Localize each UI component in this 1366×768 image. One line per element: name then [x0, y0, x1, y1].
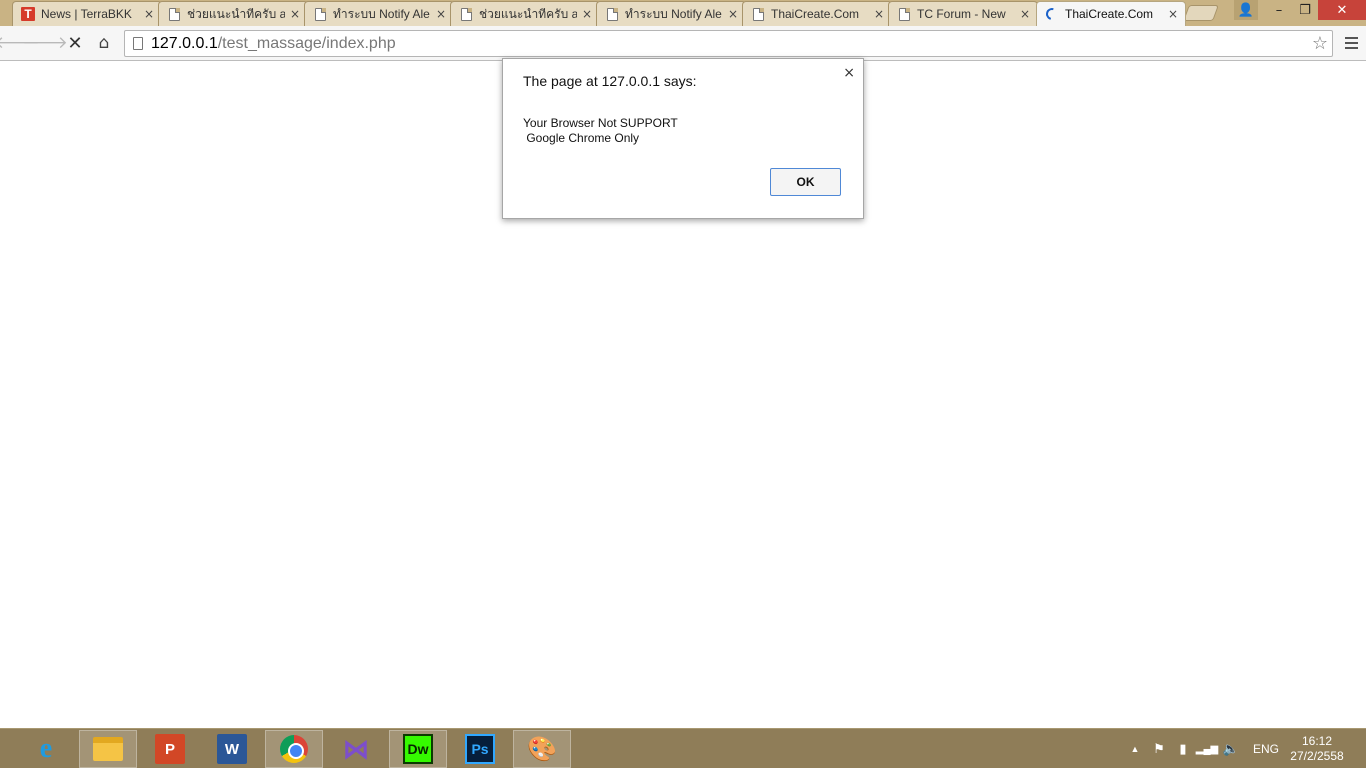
new-tab-button[interactable]: [1183, 5, 1219, 21]
tab-label: ThaiCreate.Com: [1065, 7, 1154, 21]
tab-label: ช่วยแนะนำทีครับ ale: [479, 6, 577, 21]
dialog-close-icon[interactable]: ×: [843, 65, 855, 81]
minimize-button[interactable]: –: [1266, 0, 1292, 20]
tab-close-icon[interactable]: ×: [1019, 7, 1031, 21]
taskbar-file-explorer[interactable]: [79, 730, 137, 768]
taskbar-chrome[interactable]: [265, 730, 323, 768]
photoshop-icon: Ps: [465, 734, 495, 764]
page-icon: [897, 7, 911, 21]
url-host: 127.0.0.1: [151, 34, 218, 52]
dialog-message: Your Browser Not SUPPORT Google Chrome O…: [523, 116, 678, 145]
visual-studio-icon: ⋈: [343, 733, 369, 764]
show-hidden-icons-chevron-icon[interactable]: ▲: [1124, 729, 1146, 768]
battery-power-icon[interactable]: ▮: [1172, 729, 1194, 768]
tab-close-icon[interactable]: ×: [435, 7, 447, 21]
file-explorer-icon: [93, 737, 123, 761]
network-signal-icon[interactable]: ▂▄▆: [1196, 729, 1218, 768]
paint-icon: 🎨: [527, 735, 557, 763]
tab-label: TC Forum - New: [917, 7, 1006, 21]
windows-taskbar: e P W ⋈ Dw Ps 🎨 ▲ ⚑ ▮ ▂▄▆ 🔈 ENG 16:12 27…: [0, 728, 1366, 768]
ok-button[interactable]: OK: [770, 168, 841, 196]
tab-label: ทำระบบ Notify Ale: [333, 6, 430, 21]
tab-tc-forum[interactable]: TC Forum - New ×: [888, 1, 1038, 26]
clock-time: 16:12: [1301, 734, 1333, 748]
stop-loading-icon[interactable]: ✕: [63, 32, 87, 54]
terrabkk-favicon-icon: T: [21, 7, 35, 21]
word-icon: W: [217, 734, 247, 764]
home-icon[interactable]: ⌂: [92, 32, 116, 54]
tab-thai-forum-1[interactable]: ช่วยแนะนำทีครับ ale ×: [158, 1, 308, 26]
user-profile-icon[interactable]: 👤: [1234, 0, 1258, 20]
tab-close-icon[interactable]: ×: [143, 7, 155, 21]
tab-thai-forum-2[interactable]: ช่วยแนะนำทีครับ ale ×: [450, 1, 600, 26]
dialog-title: The page at 127.0.0.1 says:: [523, 73, 697, 89]
forward-arrow-icon[interactable]: 🡒: [22, 32, 68, 54]
chrome-icon: [280, 735, 308, 763]
chrome-menu-icon[interactable]: [1340, 32, 1362, 54]
system-clock[interactable]: 16:12 27/2/2558: [1284, 734, 1350, 764]
page-icon: [751, 7, 765, 21]
close-window-button[interactable]: ✕: [1318, 0, 1366, 20]
tab-close-icon[interactable]: ×: [727, 7, 739, 21]
tab-close-icon[interactable]: ×: [873, 7, 885, 21]
bookmark-star-icon[interactable]: ☆: [1312, 33, 1328, 54]
tab-close-icon[interactable]: ×: [1167, 7, 1179, 21]
dreamweaver-icon: Dw: [403, 734, 433, 764]
page-icon: [167, 7, 181, 21]
tab-label: ทำระบบ Notify Ale: [625, 6, 722, 21]
taskbar-powerpoint[interactable]: P: [141, 730, 199, 768]
taskbar-visual-studio[interactable]: ⋈: [327, 730, 385, 768]
loading-spinner-icon: [1043, 5, 1061, 23]
action-center-flag-icon[interactable]: ⚑: [1148, 729, 1170, 768]
tab-news-terrabkk[interactable]: T News | TerraBKK ×: [12, 1, 162, 26]
input-language-indicator[interactable]: ENG: [1253, 729, 1279, 768]
restore-button[interactable]: ❐: [1292, 0, 1318, 20]
powerpoint-icon: P: [155, 734, 185, 764]
clock-date: 27/2/2558: [1290, 749, 1344, 763]
address-url[interactable]: 127.0.0.1/test_massage/index.php: [151, 35, 396, 53]
tab-label: ThaiCreate.Com: [771, 7, 860, 21]
taskbar-internet-explorer[interactable]: e: [17, 730, 75, 768]
internet-explorer-icon: e: [39, 733, 53, 764]
tab-notify-1[interactable]: ทำระบบ Notify Ale ×: [304, 1, 454, 26]
tab-close-icon[interactable]: ×: [581, 7, 593, 21]
browser-toolbar: 🡐 🡒 ✕ ⌂ 127.0.0.1/test_massage/index.php…: [0, 26, 1366, 61]
page-icon: [313, 7, 327, 21]
tab-thaicreate-1[interactable]: ThaiCreate.Com ×: [742, 1, 892, 26]
tab-close-icon[interactable]: ×: [289, 7, 301, 21]
tab-thaicreate-active[interactable]: ThaiCreate.Com ×: [1036, 1, 1186, 26]
tab-label: ช่วยแนะนำทีครับ ale: [187, 6, 285, 21]
browser-titlebar: T News | TerraBKK × ช่วยแนะนำทีครับ ale …: [0, 0, 1366, 26]
taskbar-word[interactable]: W: [203, 730, 261, 768]
tab-label: News | TerraBKK: [41, 7, 132, 21]
taskbar-paint[interactable]: 🎨: [513, 730, 571, 768]
javascript-alert-dialog: The page at 127.0.0.1 says: × Your Brows…: [502, 58, 864, 219]
tab-notify-2[interactable]: ทำระบบ Notify Ale ×: [596, 1, 746, 26]
page-info-icon[interactable]: [133, 37, 143, 50]
page-icon: [605, 7, 619, 21]
volume-icon[interactable]: 🔈: [1220, 729, 1242, 768]
address-bar[interactable]: 127.0.0.1/test_massage/index.php ☆: [124, 30, 1333, 57]
url-path: /test_massage/index.php: [217, 34, 396, 52]
taskbar-photoshop[interactable]: Ps: [451, 730, 509, 768]
page-icon: [459, 7, 473, 21]
taskbar-dreamweaver[interactable]: Dw: [389, 730, 447, 768]
